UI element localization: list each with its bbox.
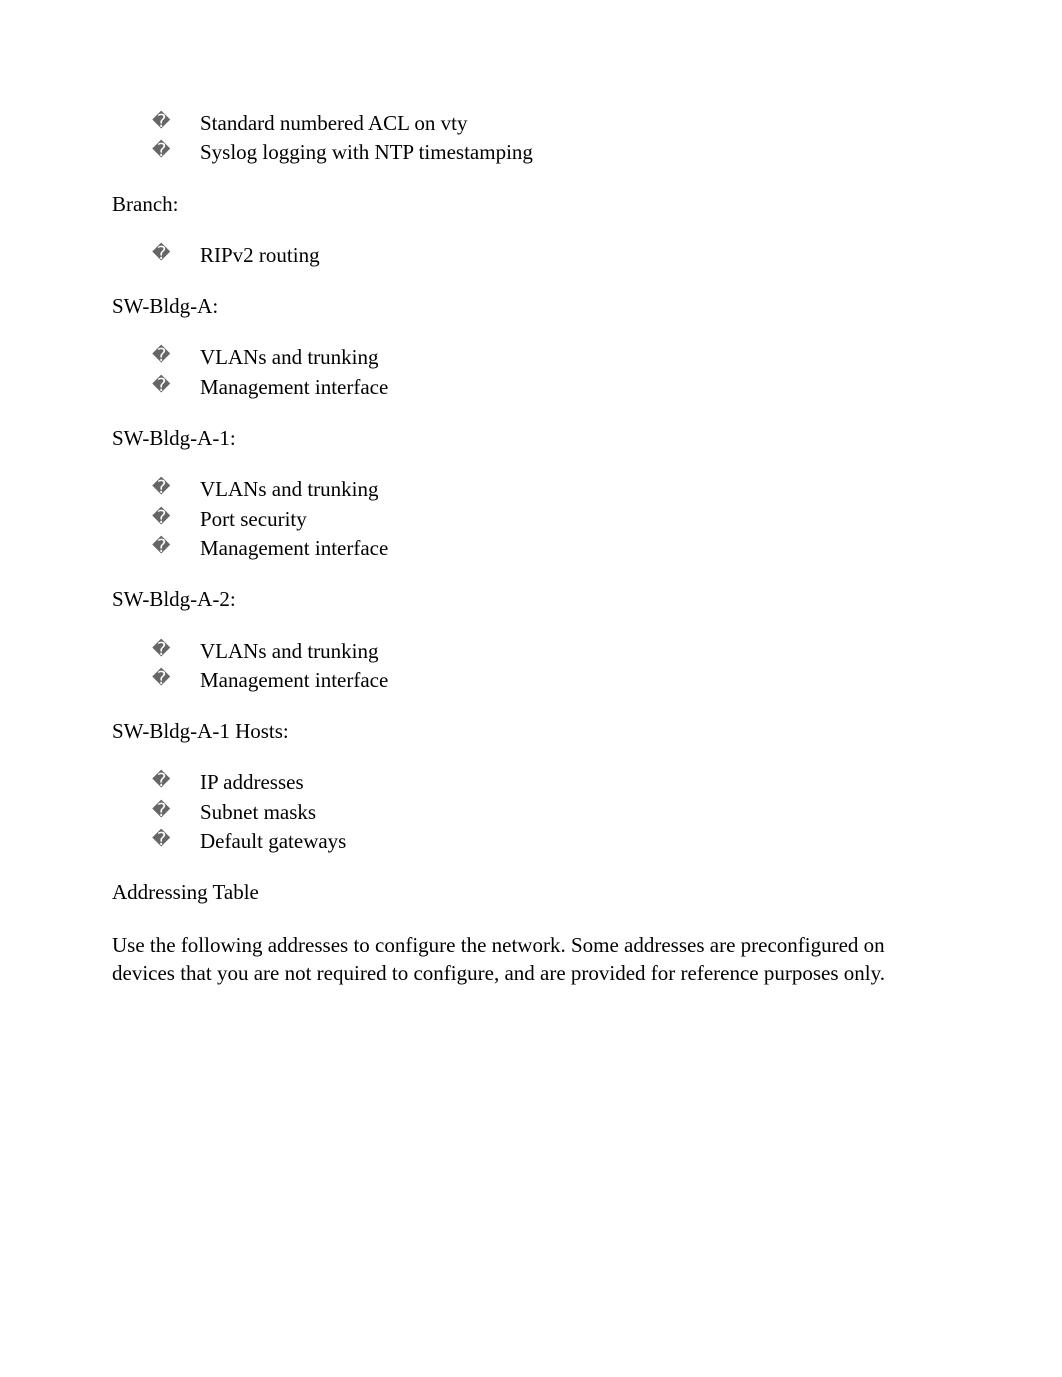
list-item: � RIPv2 routing <box>152 242 950 269</box>
list-item-text: Management interface <box>200 667 950 694</box>
list-item: � Default gateways <box>152 828 950 855</box>
list-item: � IP addresses <box>152 769 950 796</box>
section-label-sw-bldg-a-1: SW-Bldg-A-1: <box>112 425 950 452</box>
list-item-text: Port security <box>200 506 950 533</box>
list-item: � Port security <box>152 506 950 533</box>
sw-bldg-a-list: � VLANs and trunking � Management interf… <box>112 344 950 401</box>
list-item: � Syslog logging with NTP timestamping <box>152 139 950 166</box>
list-item: � VLANs and trunking <box>152 638 950 665</box>
section-label-sw-bldg-a-2: SW-Bldg-A-2: <box>112 586 950 613</box>
list-item-text: Standard numbered ACL on vty <box>200 110 950 137</box>
list-item-text: VLANs and trunking <box>200 638 950 665</box>
bullet-icon: � <box>152 667 200 690</box>
bullet-icon: � <box>152 638 200 661</box>
list-item-text: Management interface <box>200 374 950 401</box>
list-item: � Management interface <box>152 667 950 694</box>
list-item-text: Management interface <box>200 535 950 562</box>
bullet-icon: � <box>152 506 200 529</box>
section-label-branch: Branch: <box>112 191 950 218</box>
bullet-icon: � <box>152 476 200 499</box>
addressing-table-heading: Addressing Table <box>112 879 950 906</box>
list-item-text: Subnet masks <box>200 799 950 826</box>
list-item: � VLANs and trunking <box>152 476 950 503</box>
bullet-icon: � <box>152 374 200 397</box>
bullet-icon: � <box>152 769 200 792</box>
list-item: � Standard numbered ACL on vty <box>152 110 950 137</box>
bullet-icon: � <box>152 344 200 367</box>
bullet-icon: � <box>152 139 200 162</box>
sw-bldg-a-1-list: � VLANs and trunking � Port security � M… <box>112 476 950 562</box>
list-item-text: VLANs and trunking <box>200 344 950 371</box>
sw-bldg-a-1-hosts-list: � IP addresses � Subnet masks � Default … <box>112 769 950 855</box>
bullet-icon: � <box>152 110 200 133</box>
bullet-icon: � <box>152 242 200 265</box>
list-item: � Subnet masks <box>152 799 950 826</box>
addressing-table-paragraph: Use the following addresses to configure… <box>112 931 950 988</box>
list-item: � Management interface <box>152 535 950 562</box>
section-label-sw-bldg-a: SW-Bldg-A: <box>112 293 950 320</box>
sw-bldg-a-2-list: � VLANs and trunking � Management interf… <box>112 638 950 695</box>
branch-list: � RIPv2 routing <box>112 242 950 269</box>
section-label-sw-bldg-a-1-hosts: SW-Bldg-A-1 Hosts: <box>112 718 950 745</box>
list-item-text: IP addresses <box>200 769 950 796</box>
top-list: � Standard numbered ACL on vty � Syslog … <box>112 110 950 167</box>
list-item-text: Syslog logging with NTP timestamping <box>200 139 950 166</box>
list-item-text: RIPv2 routing <box>200 242 950 269</box>
list-item-text: Default gateways <box>200 828 950 855</box>
bullet-icon: � <box>152 799 200 822</box>
list-item: � VLANs and trunking <box>152 344 950 371</box>
bullet-icon: � <box>152 535 200 558</box>
bullet-icon: � <box>152 828 200 851</box>
list-item: � Management interface <box>152 374 950 401</box>
list-item-text: VLANs and trunking <box>200 476 950 503</box>
